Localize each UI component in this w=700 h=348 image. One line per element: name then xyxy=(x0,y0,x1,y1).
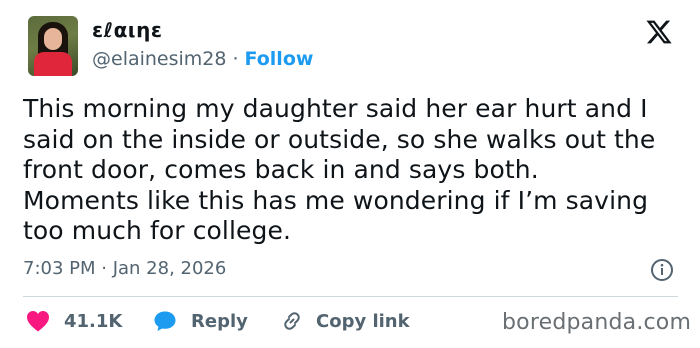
like-count: 41.1K xyxy=(64,310,123,332)
avatar-shirt xyxy=(34,52,72,76)
author-display-name[interactable]: ɛℓαιηɛ xyxy=(92,18,162,42)
reply-label: Reply xyxy=(191,310,248,332)
reply-button[interactable]: Reply xyxy=(153,306,248,336)
tweet-text-line: This morning my daughter said her ear hu… xyxy=(23,94,648,123)
tweet-timestamp[interactable]: 7:03 PM · Jan 28, 2026 xyxy=(23,258,226,279)
watermark: boredpanda.com xyxy=(502,310,692,335)
copy-link-button[interactable]: Copy link xyxy=(280,306,410,336)
tweet-text-line: Moments like this has me wondering if I’… xyxy=(23,185,649,215)
separator-dot: · xyxy=(232,48,239,70)
tweet-text-line: too much for college. xyxy=(23,216,292,245)
tweet-card: ɛℓαιηɛ @elainesim28 · Follow This morning … xyxy=(0,0,700,348)
divider xyxy=(23,296,678,297)
tweet-text-line: front door, comes back in and says both. xyxy=(23,155,539,184)
info-icon[interactable] xyxy=(650,258,674,282)
link-icon xyxy=(284,312,300,330)
author-handle[interactable]: @elainesim28 xyxy=(92,48,226,70)
author-handle-row: @elainesim28 · Follow xyxy=(92,48,313,70)
copy-link-label: Copy link xyxy=(316,310,410,332)
reply-bubble-icon xyxy=(154,311,176,331)
avatar-face xyxy=(44,28,62,50)
like-button[interactable]: 41.1K xyxy=(26,306,122,336)
heart-icon xyxy=(27,311,49,332)
tweet-text: This morning my daughter said her ear hu… xyxy=(23,94,683,247)
x-logo-icon[interactable] xyxy=(644,18,674,46)
tweet-text-line: said on the inside or outside, so she wa… xyxy=(23,124,656,154)
avatar[interactable] xyxy=(28,16,78,76)
follow-button[interactable]: Follow xyxy=(245,48,314,70)
